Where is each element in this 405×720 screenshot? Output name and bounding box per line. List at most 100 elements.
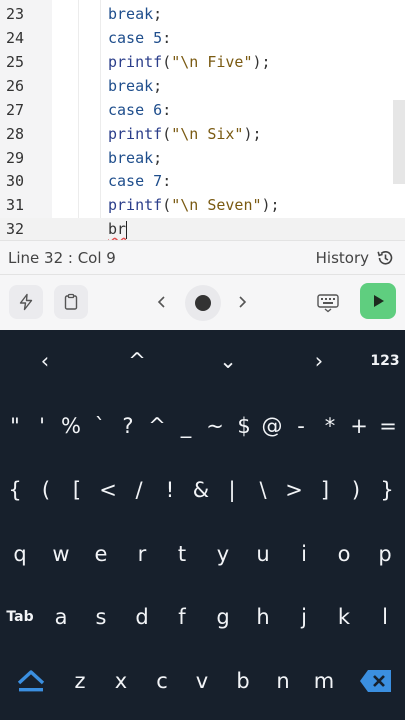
move-right-button[interactable]	[230, 290, 254, 314]
key-a[interactable]: a	[41, 592, 81, 642]
key-l[interactable]: l	[365, 592, 405, 642]
key-k[interactable]: k	[324, 592, 364, 642]
key-q[interactable]: q	[2, 529, 38, 579]
key-f[interactable]: f	[162, 592, 202, 642]
key-v[interactable]: v	[184, 656, 220, 706]
clipboard-button[interactable]	[54, 285, 88, 319]
keyboard-nav-row: ‹ ^ ⌄ › 123	[0, 336, 405, 386]
symbol-key[interactable]: '	[28, 401, 56, 451]
symbol-key[interactable]: ~	[201, 401, 229, 451]
symbol-key[interactable]: }	[372, 465, 402, 515]
symbol-key[interactable]: {	[0, 465, 30, 515]
symbol-key[interactable]: "	[1, 401, 29, 451]
code-text: break;	[108, 77, 162, 95]
chevron-right-icon	[239, 296, 247, 308]
arrow-left-key[interactable]: ‹	[23, 336, 67, 386]
key-i[interactable]: i	[286, 529, 322, 579]
numbers-key[interactable]: 123	[363, 336, 405, 386]
code-line[interactable]: 27 case 6:	[0, 99, 405, 123]
symbol-key[interactable]: +	[345, 401, 373, 451]
symbol-key[interactable]: _	[172, 401, 200, 451]
editor-scrollbar-thumb[interactable]	[393, 100, 405, 184]
history-button[interactable]: History	[316, 247, 395, 269]
symbol-key[interactable]: !	[155, 465, 185, 515]
run-button[interactable]	[360, 283, 396, 319]
symbol-key[interactable]: @	[258, 401, 286, 451]
keyboard-symbol-row-2: {([< /! & | \ >])}	[0, 465, 405, 515]
soft-keyboard: ‹ ^ ⌄ › 123 " '% `? ^ _ ~ $ @ - * + = {([< /! & | \ >])} qwe…	[0, 330, 405, 720]
code-line[interactable]: 28 printf("\n Six");	[0, 123, 405, 147]
arrow-down-key[interactable]: ⌄	[206, 336, 250, 386]
line-number: 24	[6, 29, 25, 47]
key-d[interactable]: d	[122, 592, 162, 642]
key-w[interactable]: w	[43, 529, 79, 579]
keyboard-toggle-button[interactable]	[314, 289, 342, 317]
quick-action-button[interactable]	[9, 285, 43, 319]
symbol-key[interactable]: [	[62, 465, 92, 515]
code-token: case	[108, 101, 154, 119]
code-line[interactable]: 29 break;	[0, 147, 405, 171]
line-number: 29	[6, 149, 25, 167]
code-line[interactable]: 25 printf("\n Five");	[0, 51, 405, 75]
symbol-key[interactable]: \	[248, 465, 278, 515]
symbol-key[interactable]: ^	[143, 401, 171, 451]
key-n[interactable]: n	[265, 656, 301, 706]
key-t[interactable]: t	[164, 529, 200, 579]
code-token: (	[162, 125, 172, 143]
key-h[interactable]: h	[243, 592, 283, 642]
code-line[interactable]: 31 printf("\n Seven");	[0, 194, 405, 218]
line-number: 32	[6, 220, 25, 238]
symbol-key[interactable]: $	[230, 401, 258, 451]
key-s[interactable]: s	[81, 592, 121, 642]
lightning-icon	[19, 293, 33, 311]
line-number: 31	[6, 196, 25, 214]
code-token: case	[108, 29, 154, 47]
key-e[interactable]: e	[83, 529, 119, 579]
symbol-key[interactable]: (	[31, 465, 61, 515]
code-line[interactable]: 30 case 7:	[0, 170, 405, 194]
arrow-right-key[interactable]: ›	[297, 336, 341, 386]
symbol-key[interactable]: /	[124, 465, 154, 515]
symbol-key[interactable]: =	[374, 401, 402, 451]
symbol-key[interactable]: >	[279, 465, 309, 515]
symbol-key[interactable]: <	[93, 465, 123, 515]
symbol-key[interactable]: &	[186, 465, 216, 515]
code-editor[interactable]: 23 break; 24 case 5: 25 printf("\n Five"); 26 b…	[0, 0, 405, 240]
key-j[interactable]: j	[284, 592, 324, 642]
key-o[interactable]: o	[326, 529, 362, 579]
tab-key[interactable]: Tab	[0, 592, 40, 642]
symbol-key[interactable]: *	[316, 401, 344, 451]
symbol-key[interactable]: %	[57, 401, 85, 451]
symbol-key[interactable]: |	[217, 465, 247, 515]
code-token: (	[162, 53, 172, 71]
code-line[interactable]: 23 break;	[0, 3, 405, 27]
cursor-joystick[interactable]	[185, 285, 221, 321]
symbol-key[interactable]: `	[86, 401, 114, 451]
symbol-key[interactable]: ]	[310, 465, 340, 515]
code-line[interactable]: 26 break;	[0, 75, 405, 99]
backspace-key[interactable]	[355, 656, 397, 706]
shift-key[interactable]	[10, 656, 52, 706]
key-b[interactable]: b	[225, 656, 261, 706]
code-token: printf	[108, 196, 163, 214]
symbol-key[interactable]: )	[341, 465, 371, 515]
code-text: break;	[108, 5, 162, 23]
key-u[interactable]: u	[245, 529, 281, 579]
key-y[interactable]: y	[205, 529, 241, 579]
symbol-key[interactable]: -	[287, 401, 315, 451]
code-token: );	[243, 125, 262, 143]
key-c[interactable]: c	[144, 656, 180, 706]
code-line[interactable]: 32 br	[0, 218, 405, 240]
record-icon	[195, 295, 211, 311]
arrow-up-key[interactable]: ^	[115, 336, 159, 386]
code-token: :	[162, 172, 172, 190]
key-g[interactable]: g	[203, 592, 243, 642]
code-line[interactable]: 24 case 5:	[0, 27, 405, 51]
move-left-button[interactable]	[150, 290, 174, 314]
key-z[interactable]: z	[62, 656, 98, 706]
key-r[interactable]: r	[124, 529, 160, 579]
key-p[interactable]: p	[367, 529, 403, 579]
key-x[interactable]: x	[103, 656, 139, 706]
symbol-key[interactable]: ?	[114, 401, 142, 451]
key-m[interactable]: m	[306, 656, 342, 706]
